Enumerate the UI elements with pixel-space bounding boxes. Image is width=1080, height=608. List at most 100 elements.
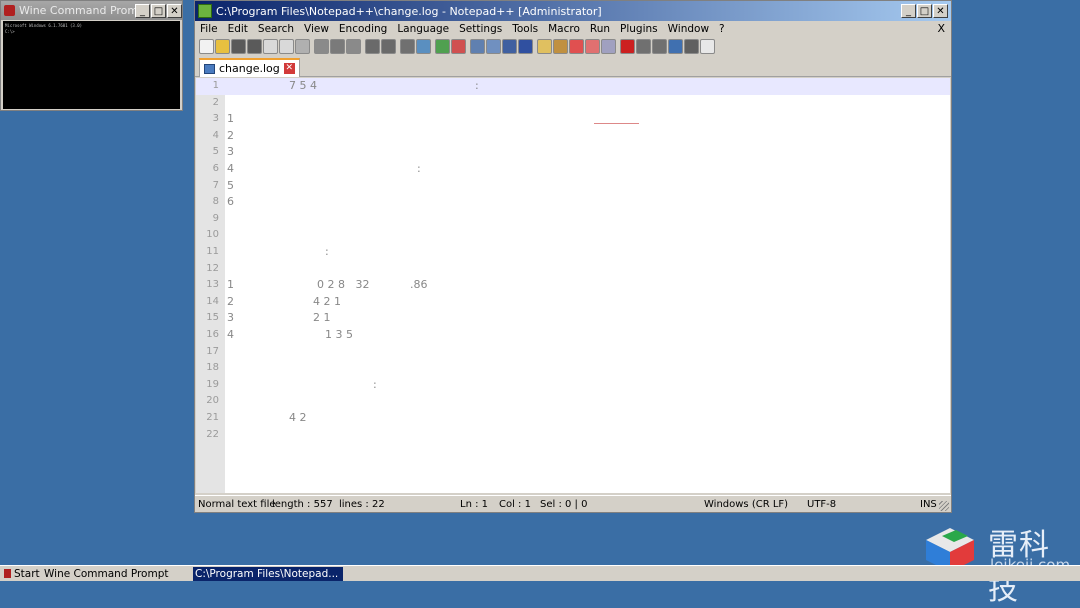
console-titlebar[interactable]: Wine Command Prompt _ □ ✕ bbox=[1, 1, 182, 20]
show-all-chars-icon[interactable] bbox=[502, 38, 517, 54]
editor-line[interactable]: 17 bbox=[196, 344, 950, 361]
menu-item-macro[interactable]: Macro bbox=[548, 23, 580, 35]
editor-line[interactable]: 22 bbox=[196, 427, 950, 444]
editor-line[interactable]: 9 bbox=[196, 211, 950, 228]
save-macro-icon[interactable] bbox=[684, 38, 699, 54]
replace-icon[interactable] bbox=[416, 38, 431, 54]
close-button[interactable]: ✕ bbox=[933, 4, 948, 18]
minimize-button[interactable]: _ bbox=[135, 3, 150, 18]
close-button[interactable]: ✕ bbox=[167, 3, 182, 18]
line-text: 1 bbox=[227, 112, 234, 126]
sync-scroll-icon[interactable] bbox=[470, 38, 485, 54]
menu-item-language[interactable]: Language bbox=[397, 23, 449, 35]
editor-line[interactable]: 31 bbox=[196, 111, 950, 128]
close-document-button[interactable]: X bbox=[937, 22, 945, 35]
undo-icon[interactable] bbox=[365, 38, 380, 54]
editor-line[interactable]: 75 bbox=[196, 178, 950, 195]
word-wrap-icon[interactable] bbox=[486, 38, 501, 54]
doc-map-icon[interactable] bbox=[537, 38, 552, 54]
eye-icon[interactable] bbox=[601, 38, 616, 54]
run-macro-multiple-icon[interactable] bbox=[668, 38, 683, 54]
editor-line[interactable]: 18 bbox=[196, 360, 950, 377]
monitoring-icon[interactable] bbox=[585, 38, 600, 54]
line-number: 6 bbox=[212, 163, 219, 174]
open-file-icon[interactable] bbox=[215, 38, 230, 54]
close-all-icon[interactable] bbox=[279, 38, 294, 54]
stop-macro-icon[interactable] bbox=[636, 38, 651, 54]
menu-item-help[interactable]: ? bbox=[719, 23, 725, 35]
editor-line[interactable]: 42 bbox=[196, 128, 950, 145]
folder-workspace-icon[interactable] bbox=[569, 38, 584, 54]
editor-line[interactable]: 21 4 2 bbox=[196, 410, 950, 427]
line-text: 7 5 4 bbox=[289, 79, 317, 92]
editor-line[interactable]: 64: bbox=[196, 161, 950, 178]
save-icon[interactable] bbox=[231, 38, 246, 54]
editor-area[interactable]: 17 5 4:2 3 1 4 2 5 3 6 4:7 5 8 6 9 10 11:12 13 1 0 2 8 32… bbox=[196, 78, 950, 493]
editor-line[interactable]: 86 bbox=[196, 194, 950, 211]
function-list-icon[interactable] bbox=[553, 38, 568, 54]
status-lines: lines : 22 bbox=[339, 498, 385, 510]
status-eol: Windows (CR LF) bbox=[704, 498, 789, 510]
menu-item-plugins[interactable]: Plugins bbox=[620, 23, 658, 35]
new-file-icon[interactable] bbox=[199, 38, 214, 54]
zoom-in-icon[interactable] bbox=[435, 38, 450, 54]
status-col: Col : 1 bbox=[499, 498, 531, 510]
menu-item-settings[interactable]: Settings bbox=[459, 23, 502, 35]
line-number: 11 bbox=[206, 246, 219, 257]
zoom-out-icon[interactable] bbox=[451, 38, 466, 54]
menu-item-edit[interactable]: Edit bbox=[228, 23, 248, 35]
editor-line[interactable]: 16 4 1 3 5 bbox=[196, 327, 950, 344]
cut-icon[interactable] bbox=[314, 38, 329, 54]
tab-change-log[interactable]: change.log ✕ bbox=[199, 58, 300, 77]
maximize-button[interactable]: □ bbox=[917, 4, 932, 18]
line-text: 0 2 8 32 bbox=[317, 278, 370, 292]
taskbar-item-notepad[interactable]: C:\Program Files\Notepad... bbox=[193, 567, 343, 581]
menu-item-tools[interactable]: Tools bbox=[512, 23, 538, 35]
start-button[interactable]: Start bbox=[2, 567, 42, 581]
editor-line[interactable]: 11: bbox=[196, 244, 950, 261]
editor-line[interactable]: 2 bbox=[196, 95, 950, 112]
play-macro-icon[interactable] bbox=[652, 38, 667, 54]
indent-guide-icon[interactable] bbox=[518, 38, 533, 54]
status-length: length : 557 bbox=[272, 498, 333, 510]
editor-line[interactable]: 10 bbox=[196, 227, 950, 244]
line-number: 14 bbox=[206, 295, 219, 307]
console-window[interactable]: Wine Command Prompt _ □ ✕ Microsoft Wind… bbox=[0, 0, 183, 111]
copy-icon[interactable] bbox=[330, 38, 345, 54]
editor-line[interactable]: 15 3 2 1 bbox=[196, 310, 950, 327]
menu-item-window[interactable]: Window bbox=[668, 23, 709, 35]
minimize-button[interactable]: _ bbox=[901, 4, 916, 18]
line-number: 15 bbox=[206, 312, 219, 324]
editor-line[interactable]: 20 bbox=[196, 393, 950, 410]
menu-item-encoding[interactable]: Encoding bbox=[339, 23, 387, 35]
menu-item-search[interactable]: Search bbox=[258, 23, 294, 35]
editor-line[interactable]: 53 bbox=[196, 144, 950, 161]
editor-line[interactable]: 12 bbox=[196, 261, 950, 278]
menu-item-run[interactable]: Run bbox=[590, 23, 610, 35]
print-icon[interactable] bbox=[295, 38, 310, 54]
close-tab-icon[interactable]: ✕ bbox=[283, 63, 295, 74]
redo-icon[interactable] bbox=[381, 38, 396, 54]
editor-line[interactable]: 1 7 5 4: bbox=[196, 78, 950, 95]
menu-item-view[interactable]: View bbox=[304, 23, 329, 35]
console-screen[interactable]: Microsoft Windows 6.1.7601 (3.0) C:\> bbox=[3, 21, 180, 109]
editor-line[interactable]: 13 1 0 2 8 32 .86 bbox=[196, 277, 950, 294]
editor-line[interactable]: 19: bbox=[196, 377, 950, 394]
line-number: 10 bbox=[206, 229, 219, 241]
taskbar-item-console[interactable]: Wine Command Prompt bbox=[42, 567, 192, 581]
save-all-icon[interactable] bbox=[247, 38, 262, 54]
line-number: 22 bbox=[206, 428, 219, 440]
record-macro-icon[interactable] bbox=[620, 38, 635, 54]
taskbar: Start Wine Command Prompt C:\Program Fil… bbox=[0, 565, 1080, 581]
find-icon[interactable] bbox=[400, 38, 415, 54]
line-text: 4 bbox=[227, 328, 234, 341]
close-icon[interactable] bbox=[263, 38, 278, 54]
editor-line[interactable]: 14 2 4 2 1 bbox=[196, 294, 950, 311]
extra-icon[interactable] bbox=[700, 38, 715, 54]
menu-item-file[interactable]: File bbox=[200, 23, 218, 35]
maximize-button[interactable]: □ bbox=[151, 3, 166, 18]
resize-grip[interactable] bbox=[939, 501, 949, 511]
notepad-window[interactable]: C:\Program Files\Notepad++\change.log - … bbox=[194, 0, 952, 513]
paste-icon[interactable] bbox=[346, 38, 361, 54]
notepad-titlebar[interactable]: C:\Program Files\Notepad++\change.log - … bbox=[195, 1, 951, 21]
